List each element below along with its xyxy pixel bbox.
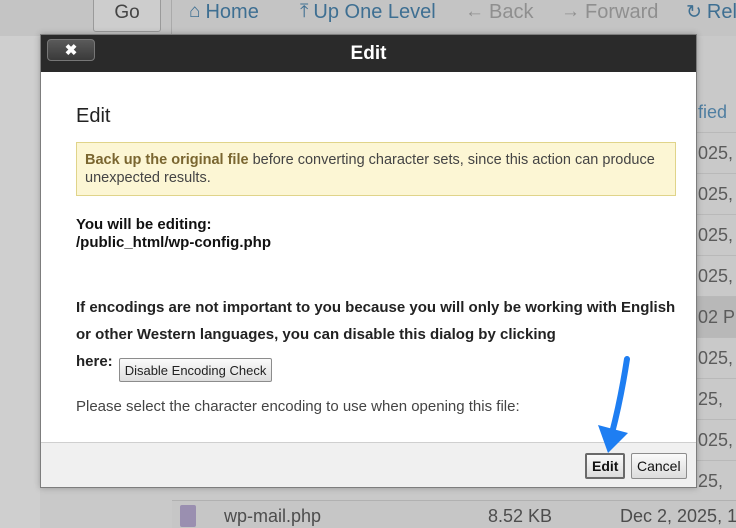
cancel-button[interactable]: Cancel: [631, 453, 687, 479]
editing-info: You will be editing: /public_html/wp-con…: [76, 216, 676, 252]
file-date: 25,: [696, 379, 736, 420]
file-date: 025,: [696, 174, 736, 215]
file-date: 025,: [696, 256, 736, 297]
editing-label: You will be editing:: [76, 216, 212, 233]
dialog-heading: Edit: [76, 105, 111, 127]
back-link[interactable]: ← Back: [465, 0, 533, 24]
close-icon: ✖: [64, 42, 78, 59]
up-one-level-label: Up One Level: [313, 0, 436, 23]
disable-check-row: here: Disable Encoding Check: [76, 348, 676, 382]
here-label: here:: [76, 353, 113, 370]
warning-bold-text: Back up the original file: [85, 152, 249, 168]
encoding-explanation: If encodings are not important to you be…: [76, 299, 676, 343]
disable-encoding-check-button[interactable]: Disable Encoding Check: [118, 358, 273, 382]
file-date: 025,: [696, 420, 736, 461]
back-label: Back: [489, 0, 534, 23]
file-size: 8.52 KB: [488, 506, 553, 526]
file-date: 25,: [696, 461, 736, 502]
home-icon: ⌂: [189, 1, 201, 22]
file-date: 025,: [696, 215, 736, 256]
home-link[interactable]: ⌂ Home: [189, 0, 259, 24]
php-file-icon: [180, 505, 196, 527]
modified-column-header[interactable]: fied: [696, 92, 736, 133]
modified-column: fied 025, 025, 025, 025, 02 PM 025, 25, …: [696, 92, 736, 502]
editing-path: /public_html/wp-config.php: [76, 234, 271, 251]
toolbar-divider: [171, 0, 172, 36]
reload-label: Rel: [706, 0, 736, 23]
edit-button[interactable]: Edit: [585, 453, 626, 479]
reload-icon: ↻: [686, 1, 702, 23]
encoding-select-prompt: Please select the character encoding to …: [76, 398, 520, 415]
file-date: 025,: [696, 133, 736, 174]
dialog-header: Edit ✖: [41, 35, 696, 72]
home-label: Home: [205, 0, 259, 23]
reload-link[interactable]: ↻ Rel: [686, 0, 736, 24]
backup-warning: Back up the original file before convert…: [76, 142, 676, 196]
forward-arrow-icon: →: [561, 1, 580, 22]
close-button[interactable]: ✖: [47, 39, 95, 61]
file-date: 025,: [696, 338, 736, 379]
file-name: wp-mail.php: [224, 506, 322, 526]
file-row-wp-mail[interactable]: wp-mail.php 8.52 KB Dec 2, 2025, 1: [172, 500, 736, 528]
forward-link[interactable]: → Forward: [561, 0, 658, 24]
forward-label: Forward: [585, 0, 659, 23]
back-arrow-icon: ←: [465, 1, 484, 22]
file-date: 02 PM: [696, 297, 736, 338]
file-date: Dec 2, 2025, 1: [620, 506, 736, 526]
left-panel: [0, 36, 40, 528]
up-arrow-icon: ⤒: [300, 1, 309, 22]
go-button[interactable]: Go: [93, 0, 161, 32]
up-one-level-link[interactable]: ⤒ Up One Level: [300, 0, 436, 24]
annotation-arrow-icon: [598, 356, 630, 453]
dialog-title: Edit: [350, 43, 387, 64]
